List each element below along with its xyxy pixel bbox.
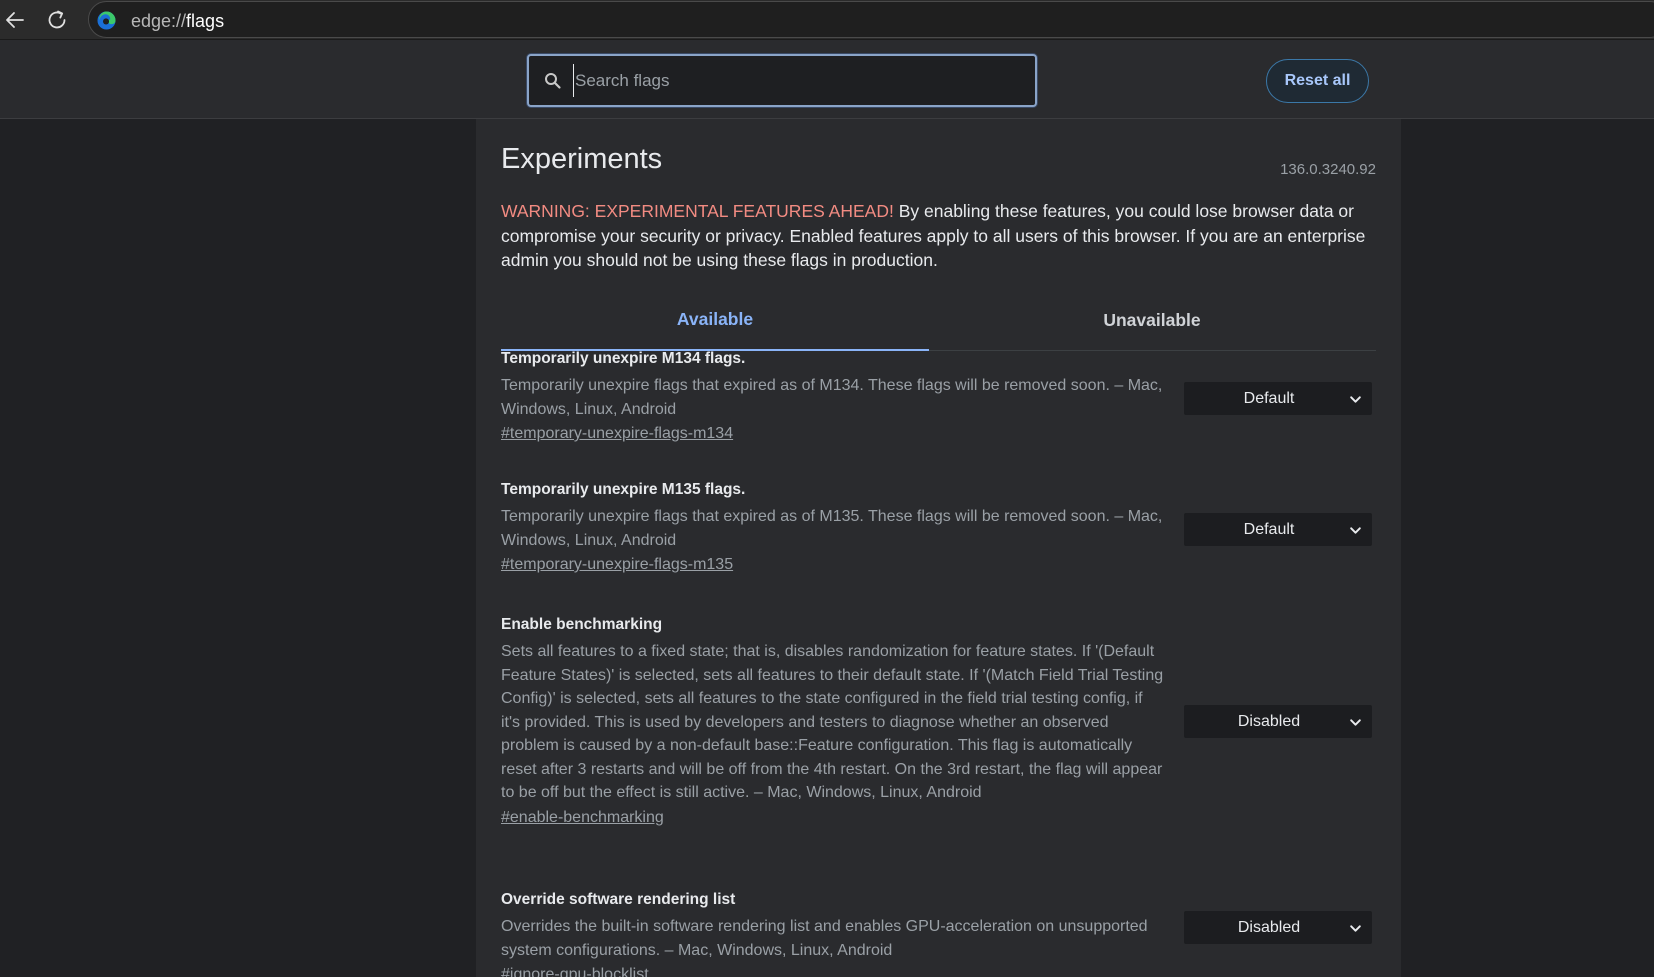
experiment-select[interactable]: Default [1184, 513, 1372, 546]
tab-available[interactable]: Available [501, 289, 929, 351]
search-box[interactable] [527, 54, 1037, 107]
experiment-description: Overrides the built-in software renderin… [501, 918, 1148, 959]
chevron-down-icon [1350, 527, 1361, 534]
chevron-down-icon [1350, 719, 1361, 726]
experiment-title: Temporarily unexpire M135 flags. [501, 481, 746, 498]
experiment-select-value: Disabled [1237, 712, 1301, 730]
chevron-down-icon [1350, 925, 1361, 932]
chevron-down-icon [1350, 396, 1361, 403]
experiment-description: Temporarily unexpire flags that expired … [501, 377, 1163, 418]
page-title: Experiments [501, 143, 663, 175]
browser-toolbar: edge://flags [0, 0, 1654, 40]
experiment-item: Temporarily unexpire M134 flags. Tempora… [501, 350, 1381, 443]
experiment-select-value: Disabled [1237, 918, 1301, 936]
address-host: flags [186, 11, 225, 31]
address-bar[interactable]: edge://flags [88, 1, 1654, 38]
reload-icon[interactable] [42, 5, 72, 35]
experiments-panel: Experiments 136.0.3240.92 WARNING: EXPER… [476, 119, 1401, 977]
experiment-link[interactable]: #temporary-unexpire-flags-m135 [501, 556, 733, 574]
address-url: edge://flags [131, 11, 224, 32]
experiment-description: Sets all features to a fixed state; that… [501, 643, 1164, 801]
experiment-title: Override software rendering list [501, 891, 736, 908]
experiment-select[interactable]: Default [1184, 382, 1372, 415]
search-icon [545, 73, 561, 89]
search-input[interactable] [573, 64, 1023, 97]
experiment-title: Temporarily unexpire M134 flags. [501, 350, 746, 367]
experiment-select-value: Default [1243, 520, 1295, 538]
experiment-link[interactable]: #enable-benchmarking [501, 809, 664, 827]
experiment-item: Enable benchmarking Sets all features to… [501, 616, 1381, 827]
experiment-item: Temporarily unexpire M135 flags. Tempora… [501, 481, 1381, 574]
back-arrow-icon[interactable] [0, 5, 30, 35]
experiment-select[interactable]: Disabled [1184, 705, 1372, 738]
experiment-link[interactable]: #ignore-gpu-blocklist [501, 966, 649, 977]
warning-message: WARNING: EXPERIMENTAL FEATURES AHEAD! By… [501, 199, 1381, 273]
experiment-item: Override software rendering list Overrid… [501, 891, 1381, 977]
reset-all-button[interactable]: Reset all [1266, 59, 1369, 103]
warning-heading: WARNING: EXPERIMENTAL FEATURES AHEAD! [501, 201, 894, 221]
experiment-select-value: Default [1243, 389, 1295, 407]
edge-logo-icon [97, 11, 116, 30]
tab-bar: Available Unavailable [501, 289, 1376, 351]
version-label: 136.0.3240.92 [1280, 161, 1376, 178]
experiment-select[interactable]: Disabled [1184, 911, 1372, 944]
experiment-title: Enable benchmarking [501, 616, 663, 633]
tab-unavailable[interactable]: Unavailable [938, 289, 1366, 351]
experiment-link[interactable]: #temporary-unexpire-flags-m134 [501, 425, 733, 443]
address-scheme: edge:// [131, 11, 187, 31]
experiment-description: Temporarily unexpire flags that expired … [501, 508, 1163, 549]
flags-header: Reset all [0, 40, 1654, 119]
